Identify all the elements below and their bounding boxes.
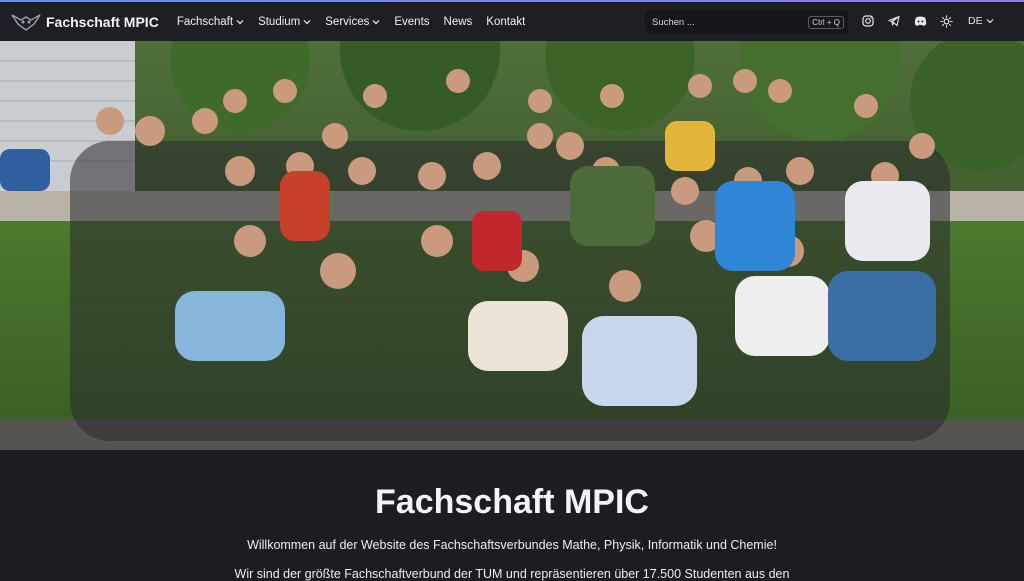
- nav-fachschaft[interactable]: Fachschaft: [177, 16, 244, 28]
- chevron-down-icon: [986, 19, 994, 24]
- nav-studium-label: Studium: [258, 15, 301, 28]
- language-switcher[interactable]: DE: [968, 15, 994, 27]
- nav-services[interactable]: Services: [325, 16, 380, 28]
- nav-kontakt[interactable]: Kontakt: [486, 16, 525, 28]
- nav-studium[interactable]: Studium: [258, 16, 311, 28]
- nav-news-label: News: [443, 15, 473, 28]
- instagram-icon[interactable]: [860, 13, 876, 29]
- sun-icon[interactable]: [938, 13, 954, 29]
- chevron-down-icon: [236, 19, 244, 24]
- nav-events[interactable]: Events: [394, 16, 429, 28]
- main-content: Fachschaft MPIC Willkommen auf der Websi…: [0, 450, 1024, 581]
- owl-logo-icon: [10, 11, 42, 33]
- brand-name: Fachschaft MPIC: [46, 13, 159, 30]
- main-menu: Fachschaft Studium Services Events News …: [177, 16, 539, 28]
- search-button[interactable]: Suchen ... Ctrl + Q: [645, 10, 848, 34]
- telegram-icon[interactable]: [886, 13, 902, 29]
- chevron-down-icon: [372, 19, 380, 24]
- nav-kontakt-label: Kontakt: [486, 15, 526, 28]
- intro-text: Willkommen auf der Website des Fachschaf…: [247, 538, 777, 552]
- header-icons: DE: [860, 13, 994, 29]
- search-placeholder: Suchen ...: [652, 16, 695, 28]
- chevron-down-icon: [303, 19, 311, 24]
- top-navbar: Fachschaft MPIC Fachschaft Studium Servi…: [0, 2, 1024, 41]
- group-photo-image: [0, 41, 1024, 450]
- brand-logo[interactable]: Fachschaft MPIC: [10, 11, 159, 33]
- search-shortcut: Ctrl + Q: [808, 15, 844, 29]
- discord-icon[interactable]: [912, 13, 928, 29]
- nav-news[interactable]: News: [444, 16, 473, 28]
- page-title: Fachschaft MPIC: [375, 483, 649, 521]
- hero-group-photo: [0, 41, 1024, 450]
- nav-events-label: Events: [394, 15, 430, 28]
- intro-text-second-line: Wir sind der größte Fachschaftverbund de…: [234, 567, 790, 581]
- nav-services-label: Services: [325, 15, 370, 28]
- nav-fachschaft-label: Fachschaft: [176, 15, 234, 28]
- language-label: DE: [968, 15, 983, 27]
